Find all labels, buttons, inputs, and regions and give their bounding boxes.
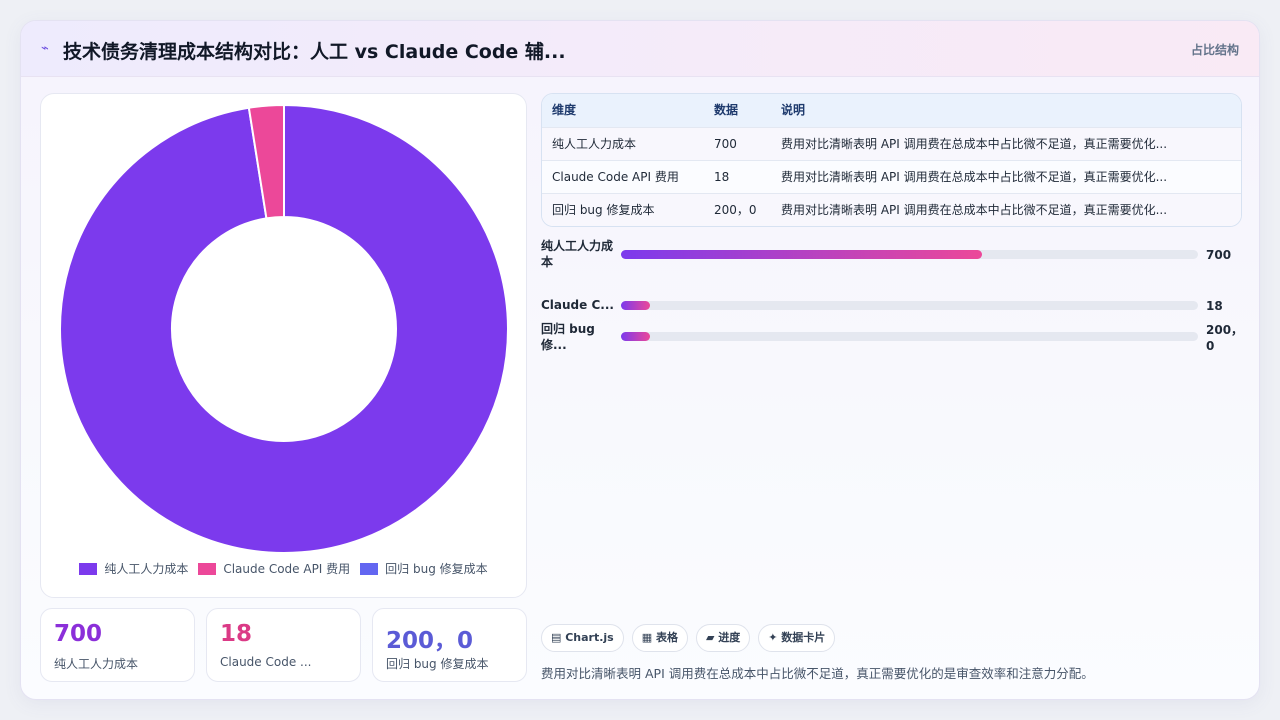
- table-cell: 回归 bug 修复成本: [552, 203, 655, 217]
- column-header: 数据: [714, 103, 739, 117]
- progress-fill: [621, 332, 650, 341]
- progress-value: 700: [1206, 248, 1232, 262]
- stat-label: 纯人工人力成本: [54, 657, 139, 671]
- progress-fill: [621, 301, 650, 310]
- progress-track: [621, 332, 1198, 341]
- chip-chartjs[interactable]: ▤ Chart.js: [541, 624, 624, 652]
- sparkle-icon: ⌁: [41, 41, 49, 56]
- stat-card: 200，0 回归 bug 修复成本: [372, 608, 527, 682]
- table-header: 维度 数据 说明: [542, 94, 1241, 127]
- chip-progress[interactable]: ▰ 进度: [695, 624, 751, 652]
- stat-card: 18 Claude Code ...: [206, 608, 361, 682]
- progress-label: 纯人工人力成本: [541, 239, 614, 269]
- legend-swatch: [198, 562, 217, 575]
- stat-card: 700 纯人工人力成本: [40, 608, 195, 682]
- feature-chips: ▤ Chart.js ▦ 表格 ▰ 进度 ✦ 数据卡片: [541, 624, 836, 652]
- table-cell: 18: [714, 170, 730, 184]
- table-row: 回归 bug 修复成本 200，0 费用对比清晰表明 API 调用费在总成本中占…: [542, 193, 1241, 226]
- progress-label: 回归 bug 修...: [541, 322, 595, 352]
- pie-chart: 纯人工人力成本 Claude Code API 费用 回归 bug 修复成本: [40, 93, 527, 598]
- progress-track: [621, 301, 1198, 310]
- progress-value: 200，0: [1206, 323, 1244, 353]
- summary-note: 费用对比清晰表明 API 调用费在总成本中占比微不足道，真正需要优化的是审查效率…: [541, 666, 1094, 681]
- progress-value: 18: [1206, 299, 1223, 313]
- legend-swatch: [360, 562, 379, 575]
- data-table: 维度 数据 说明 纯人工人力成本 700 费用对比清晰表明 API 调用费在总成…: [541, 93, 1242, 227]
- dashboard-card: ⌁ 技术债务清理成本结构对比：人工 vs Claude Code 辅... 占比…: [20, 20, 1260, 700]
- stat-value: 200，0: [386, 628, 474, 654]
- table-cell: 纯人工人力成本: [552, 137, 637, 151]
- stat-label: Claude Code ...: [220, 655, 312, 669]
- table-cell: 700: [714, 137, 737, 151]
- pie-chart-svg: [59, 103, 509, 554]
- stat-cards: 700 纯人工人力成本 18 Claude Code ... 200，0 回归 …: [40, 608, 527, 682]
- table-cell: Claude Code API 费用: [552, 170, 679, 184]
- legend-label: Claude Code API 费用: [223, 562, 351, 576]
- legend-item[interactable]: Claude Code API 费用: [198, 560, 350, 577]
- stat-value: 700: [54, 621, 103, 647]
- chip-data-card[interactable]: ✦ 数据卡片: [758, 624, 836, 652]
- legend-label: 回归 bug 修复成本: [385, 562, 488, 576]
- legend-swatch: [79, 562, 98, 575]
- column-header: 维度: [552, 103, 577, 117]
- chart-legend: 纯人工人力成本 Claude Code API 费用 回归 bug 修复成本: [41, 560, 526, 577]
- progress-fill: [621, 250, 982, 259]
- table-cell: 200，0: [714, 203, 757, 217]
- legend-item[interactable]: 回归 bug 修复成本: [360, 560, 488, 577]
- page-title: 技术债务清理成本结构对比：人工 vs Claude Code 辅...: [63, 41, 566, 63]
- progress-label: Claude C...: [541, 298, 614, 312]
- column-header: 说明: [781, 103, 806, 117]
- table-row: 纯人工人力成本 700 费用对比清晰表明 API 调用费在总成本中占比微不足道，…: [542, 127, 1241, 160]
- legend-item[interactable]: 纯人工人力成本: [79, 560, 188, 577]
- header: ⌁ 技术债务清理成本结构对比：人工 vs Claude Code 辅... 占比…: [21, 21, 1259, 77]
- table-row: Claude Code API 费用 18 费用对比清晰表明 API 调用费在总…: [542, 160, 1241, 193]
- table-cell: 费用对比清晰表明 API 调用费在总成本中占比微不足道，真正需要优化...: [781, 203, 1168, 217]
- table-cell: 费用对比清晰表明 API 调用费在总成本中占比微不足道，真正需要优化...: [781, 170, 1168, 184]
- table-cell: 费用对比清晰表明 API 调用费在总成本中占比微不足道，真正需要优化...: [781, 137, 1168, 151]
- progress-track: [621, 250, 1198, 259]
- chip-table[interactable]: ▦ 表格: [631, 624, 688, 652]
- legend-label: 纯人工人力成本: [104, 562, 189, 576]
- stat-label: 回归 bug 修复成本: [386, 657, 489, 671]
- view-tag: 占比结构: [1190, 43, 1239, 57]
- stat-value: 18: [220, 621, 253, 647]
